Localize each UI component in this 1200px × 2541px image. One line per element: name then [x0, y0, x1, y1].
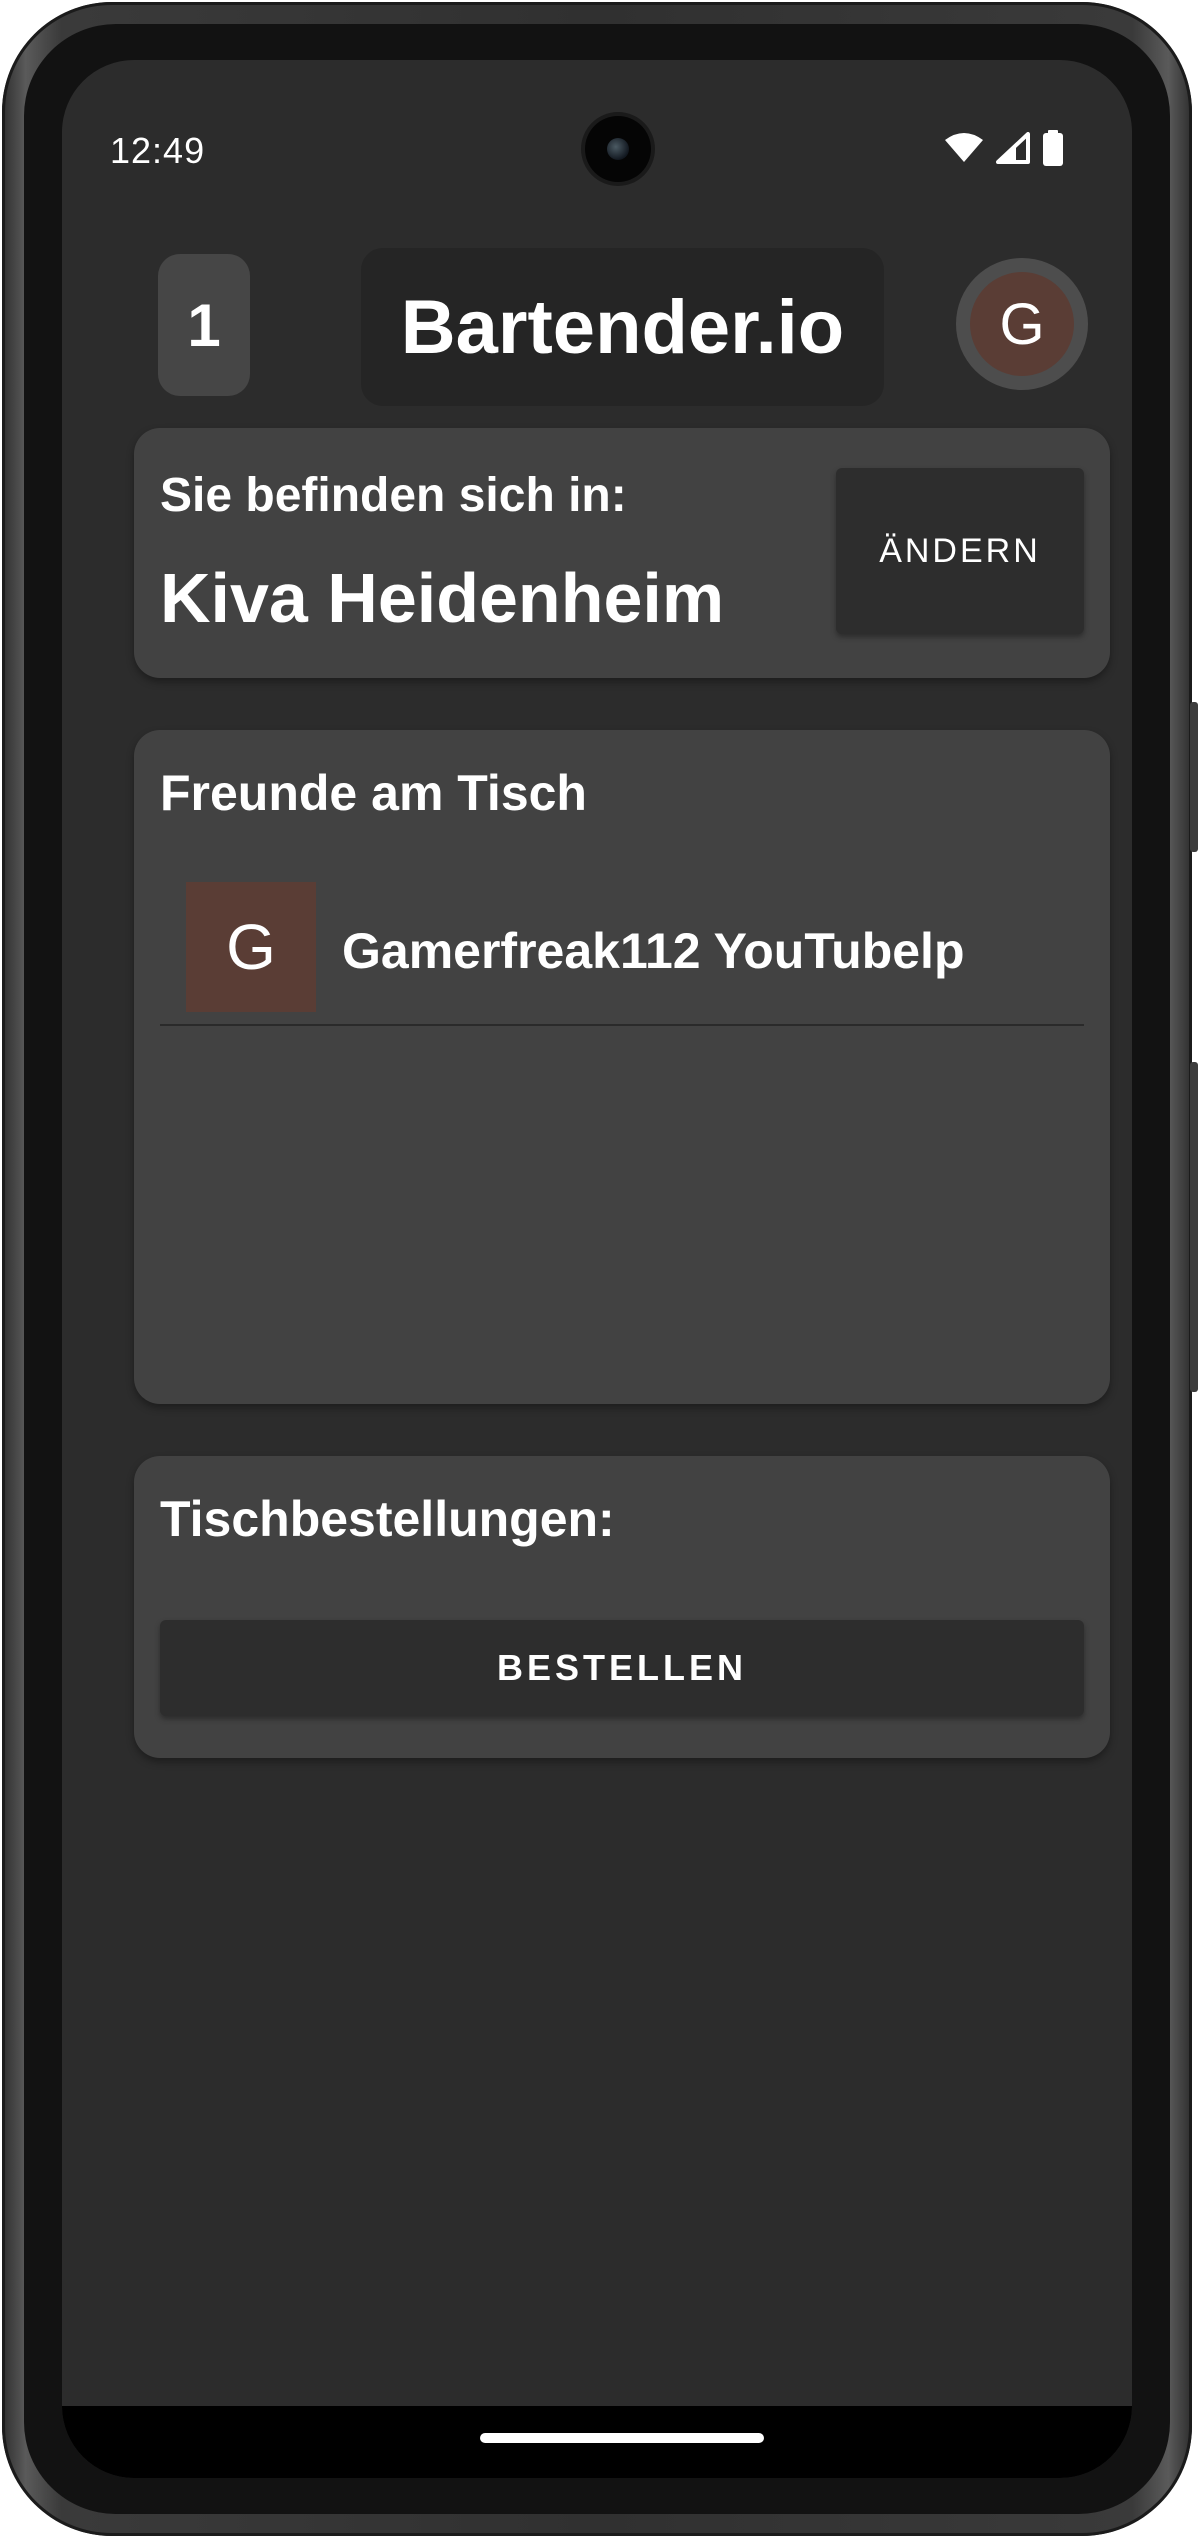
cellular-signal-icon [996, 132, 1030, 164]
app-header: 1 Bartender.io G [62, 240, 1132, 406]
friends-title: Freunde am Tisch [160, 765, 587, 821]
app-title: Bartender.io [400, 284, 845, 370]
wifi-icon [945, 133, 983, 162]
status-bar: 12:49 [62, 60, 1132, 190]
status-time: 12:49 [110, 130, 206, 171]
profile-avatar-button[interactable]: G [956, 258, 1088, 390]
front-camera [585, 116, 651, 182]
battery-icon [1043, 130, 1063, 166]
avatar: G [970, 272, 1074, 376]
orders-card: Tischbestellungen: BESTELLEN [134, 1456, 1110, 1758]
gesture-nav-bar [62, 2406, 1132, 2478]
phone-bezel: 12:49 1 Bartender.io G Sie befinden sich… [24, 24, 1170, 2514]
orders-title: Tischbestellungen: [160, 1491, 615, 1547]
location-name: Kiva Heidenheim [160, 559, 725, 637]
location-label: Sie befinden sich in: [160, 469, 627, 522]
friends-card: Freunde am Tisch G Gamerfreak112 YouTube… [134, 730, 1110, 1404]
status-icons [944, 130, 1064, 166]
friend-name: Gamerfreak112 YouTubelp [342, 923, 965, 979]
screen: 12:49 1 Bartender.io G Sie befinden sich… [62, 60, 1132, 2478]
friend-avatar: G [186, 882, 316, 1012]
app-title-box: Bartender.io [361, 248, 884, 406]
order-button[interactable]: BESTELLEN [160, 1620, 1084, 1716]
change-location-button[interactable]: ÄNDERN [836, 468, 1084, 634]
table-number-badge[interactable]: 1 [158, 254, 250, 396]
home-indicator[interactable] [480, 2433, 764, 2443]
power-button [1190, 702, 1198, 852]
phone-frame: 12:49 1 Bartender.io G Sie befinden sich… [2, 2, 1198, 2536]
location-card: Sie befinden sich in: Kiva Heidenheim ÄN… [134, 428, 1110, 678]
volume-button [1190, 1062, 1198, 1392]
list-item[interactable]: G Gamerfreak112 YouTubelp [160, 852, 1084, 1026]
